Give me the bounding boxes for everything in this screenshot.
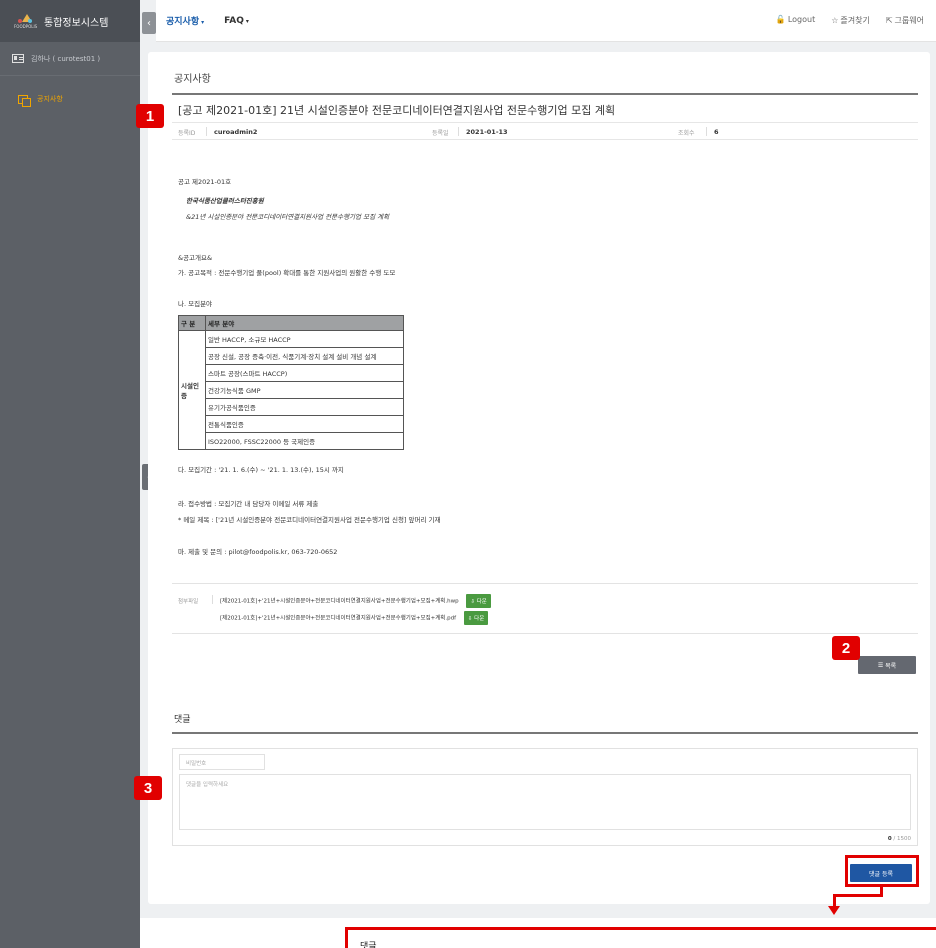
- top-navigation: 공지사항 ▾ FAQ ▾ 🔓 Logout ☆ 즐겨찾기 ⇱ 그룹웨어: [156, 0, 936, 42]
- sidebar-header: FOODPOLIS 통합정보시스템: [0, 0, 140, 42]
- post-title: [공고 제2021-01호] 21년 시설인증분야 전문코디네이터연결지원사업 …: [178, 104, 616, 117]
- attachments-label: 첨부파일: [178, 599, 199, 605]
- body-line: 한국식품산업클러스터진흥원: [186, 197, 264, 205]
- table-cell: 일반 HACCP, 소규모 HACCP: [205, 330, 404, 348]
- divider: [172, 583, 918, 584]
- comment-textarea[interactable]: 댓글을 입력하세요: [179, 774, 911, 830]
- attachment-name[interactable]: [제2021-01호]+'21년+시설인증분야+전문코디네이터연결지원사업+전문…: [220, 599, 459, 605]
- groupware-link[interactable]: ⇱ 그룹웨어: [886, 15, 924, 26]
- nav-faq[interactable]: FAQ ▾: [224, 16, 249, 26]
- recruitment-table: 구 분 세부 분야 시설인증 일반 HACCP, 소규모 HACCP 공장 신설…: [178, 315, 404, 450]
- favorites-link[interactable]: ☆ 즐겨찾기: [831, 15, 870, 26]
- views-value: 6: [714, 128, 719, 136]
- arrow-down-icon: [828, 906, 840, 915]
- table-header: 세부 분야: [205, 315, 404, 331]
- date-label: 등록일: [432, 130, 449, 137]
- annotation-badge-3: 3: [134, 776, 162, 800]
- body-line: 다. 모집기간 : '21. 1. 6.(수) ~ '21. 1. 13.(수)…: [178, 466, 344, 474]
- table-category: 시설인증: [178, 330, 206, 450]
- body-line: 나. 모집분야: [178, 300, 213, 308]
- lock-icon: 🔓: [775, 15, 786, 24]
- sidebar: FOODPOLIS 통합정보시스템 김하나 ( curotest01 ) 공지사…: [0, 0, 140, 948]
- chevron-left-icon: ‹: [147, 17, 151, 29]
- body-line: 가. 공고목적 : 전문수행기업 풀(pool) 확대를 통한 지원사업의 원활…: [178, 269, 396, 277]
- window-icon: [18, 94, 31, 107]
- author-value: curoadmin2: [214, 128, 258, 136]
- annotation-highlight-box: [845, 855, 919, 887]
- table-cell: 유기가공식품인증: [205, 398, 404, 416]
- list-button[interactable]: ☰ 목록: [858, 656, 916, 674]
- divider: [172, 93, 918, 95]
- body-line: &공고개요&: [178, 254, 213, 262]
- body-line: 공고 제2021-01호: [178, 178, 232, 186]
- download-icon: ⇩: [467, 616, 473, 622]
- table-cell: ISO22000, FSSC22000 등 국제인증: [205, 432, 404, 450]
- collapse-sidebar-button[interactable]: ‹: [142, 12, 156, 34]
- caret-down-icon: ▾: [201, 19, 205, 26]
- sidebar-item-label: 공지사항: [37, 95, 63, 103]
- table-cell: 전통식품인증: [205, 415, 404, 433]
- annotation-connector: [833, 894, 883, 897]
- table-cell: 스마트 공장(스마트 HACCP): [205, 364, 404, 382]
- comment-form: 비밀번호 댓글을 입력하세요 0 / 1500: [172, 748, 918, 846]
- annotation-badge-2: 2: [832, 636, 860, 660]
- list-icon: ☰: [877, 661, 884, 669]
- divider: [172, 633, 918, 634]
- system-title: 통합정보시스템: [44, 17, 109, 29]
- sidebar-item-notice[interactable]: 공지사항: [0, 76, 140, 107]
- table-cell: 건강기능식품 GMP: [205, 381, 404, 399]
- attachment-item: [제2021-01호]+'21년+시설인증분야+전문코디네이터연결지원사업+전문…: [220, 611, 489, 625]
- annotation-frame: [345, 927, 936, 948]
- comment-section-title: 댓글: [174, 715, 191, 725]
- attachment-item: [제2021-01호]+'21년+시설인증분야+전문코디네이터연결지원사업+전문…: [220, 594, 491, 608]
- table-header: 구 분: [178, 315, 206, 331]
- download-button[interactable]: ⇩ 다운: [463, 611, 489, 625]
- body-line: 마. 제출 및 문의 : pilot@foodpolis.kr, 063-720…: [178, 548, 338, 556]
- user-info: 김하나 ( curotest01 ): [0, 42, 140, 76]
- content-card: 공지사항 [공고 제2021-01호] 21년 시설인증분야 전문코디네이터연결…: [148, 52, 930, 904]
- annotation-badge-1: 1: [136, 104, 164, 128]
- caret-down-icon: ▾: [245, 17, 249, 25]
- download-button[interactable]: ⇩ 다운: [466, 594, 491, 608]
- page-title: 공지사항: [174, 74, 211, 85]
- post-meta: 등록ID curoadmin2 등록일 2021-01-13 조회수 6: [172, 122, 918, 140]
- date-value: 2021-01-13: [466, 128, 508, 136]
- star-icon: ☆: [831, 16, 839, 25]
- id-card-icon: [12, 54, 24, 63]
- external-link-icon: ⇱: [885, 16, 893, 25]
- lower-comment-title: 댓글: [360, 942, 377, 948]
- attachment-name[interactable]: [제2021-01호]+'21년+시설인증분야+전문코디네이터연결지원사업+전문…: [220, 616, 456, 622]
- character-counter: 0 / 1500: [887, 836, 911, 842]
- download-icon: ⇩: [470, 599, 475, 605]
- foodpolis-logo: FOODPOLIS: [14, 14, 38, 29]
- views-label: 조회수: [678, 130, 695, 137]
- nav-notice[interactable]: 공지사항 ▾: [166, 14, 204, 27]
- user-name: 김하나 ( curotest01 ): [31, 54, 101, 63]
- divider: [172, 732, 918, 734]
- author-label: 등록ID: [178, 130, 196, 137]
- body-line: 라. 접수방법 : 모집기간 내 담당자 이메일 서류 제출: [178, 500, 319, 508]
- password-input[interactable]: 비밀번호: [179, 754, 265, 770]
- logout-link[interactable]: 🔓 Logout: [776, 15, 815, 26]
- table-cell: 공장 신설, 공장 증축·이전, 식품기계·장치 설계 설비 개념 설계: [205, 347, 404, 365]
- body-line: &21년 시설인증분야 전문코디네이터연결지원사업 전문수행기업 모집 계획: [186, 213, 390, 221]
- body-line: * 메일 제목 : ['21년 시설인증분야 전문코디네이터연결지원사업 전문수…: [178, 516, 441, 524]
